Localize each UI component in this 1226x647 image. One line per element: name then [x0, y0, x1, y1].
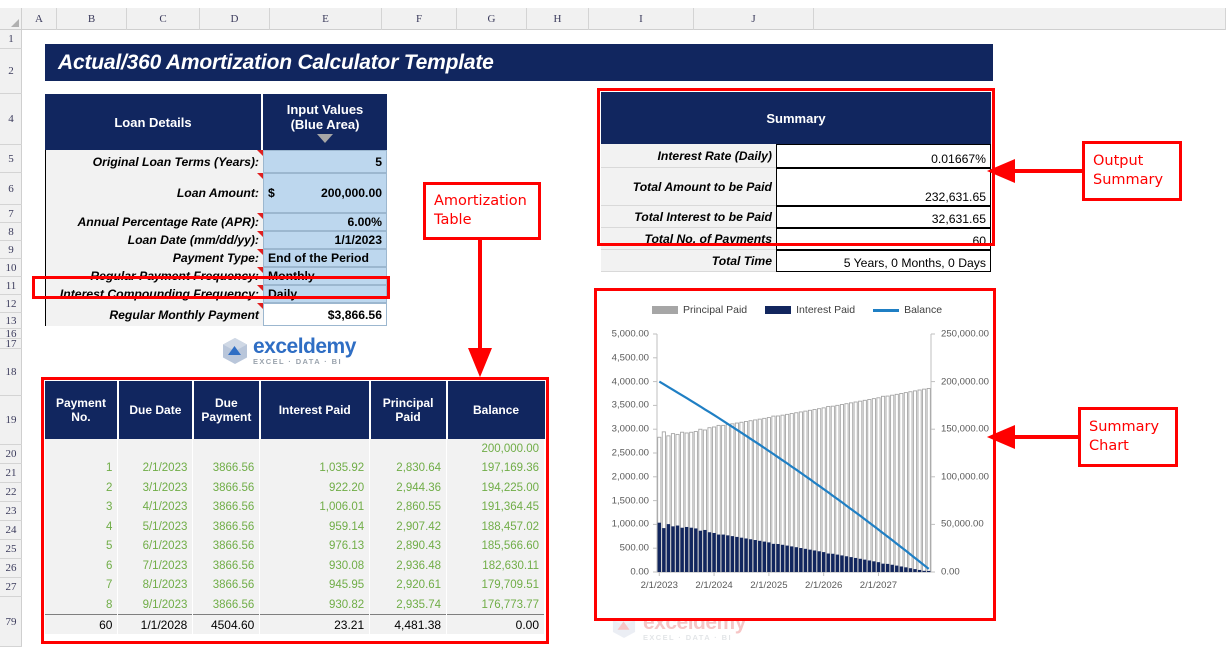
annotation-output-summary: Output Summary: [1082, 141, 1182, 201]
annotation-chart-line1: Summary: [1089, 419, 1160, 435]
annotation-output-line2: Summary: [1093, 172, 1164, 188]
amortization-arrow-head: [468, 348, 492, 378]
annotation-amortization-table: Amortization Table: [423, 182, 541, 240]
annotation-output-line1: Output: [1093, 153, 1144, 169]
summary-chart-arrow-head: [986, 424, 1015, 450]
annotation-amortization-line1: Amortization: [434, 193, 527, 209]
annotation-summary-chart: Summary Chart: [1078, 407, 1178, 467]
output-summary-arrow-head: [986, 158, 1015, 184]
annotation-arrows: [468, 158, 1095, 450]
annotation-chart-line2: Chart: [1089, 438, 1129, 454]
annotation-amortization-line2: Table: [434, 212, 472, 228]
